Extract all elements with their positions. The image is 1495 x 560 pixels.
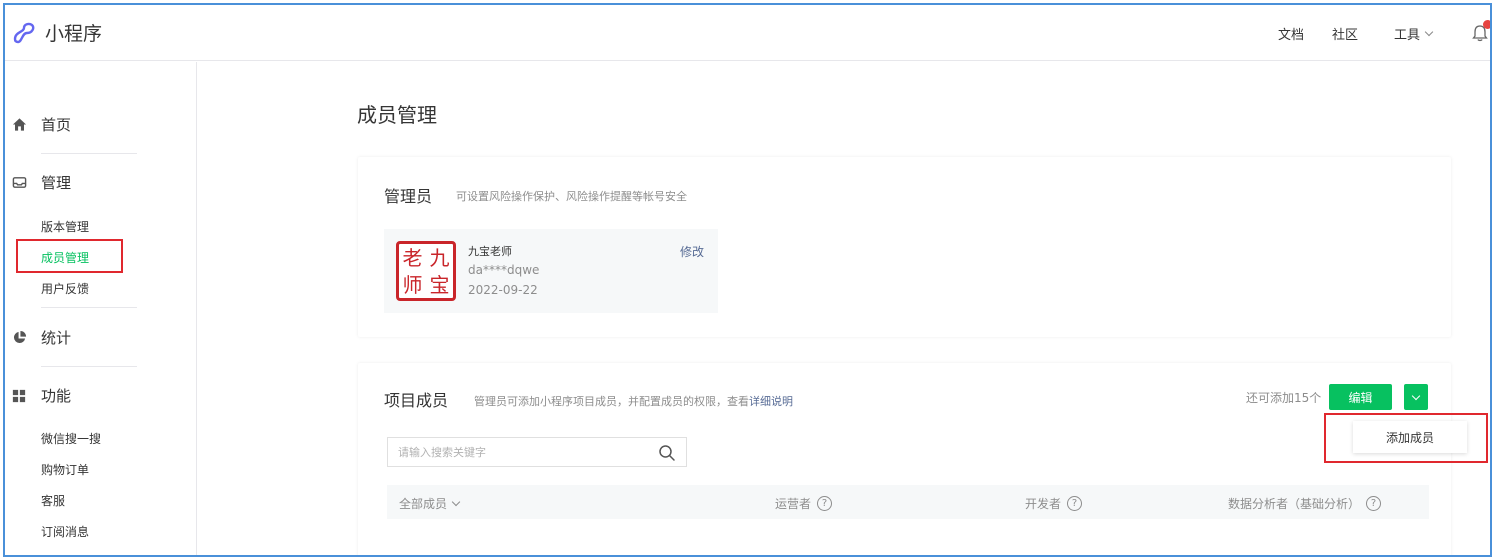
sidebar-divider <box>41 153 137 154</box>
help-icon[interactable]: ? <box>817 496 833 511</box>
admin-entry: 老 九 师 宝 九宝老师 da****dqwe 2022-09-22 修改 <box>384 229 718 313</box>
app-title: 小程序 <box>45 23 103 45</box>
filter-all-members[interactable]: 全部成员 <box>399 495 461 512</box>
sidebar-section-manage[interactable]: 管理 <box>5 172 71 193</box>
sidebar-section-features[interactable]: 功能 <box>5 385 71 406</box>
pie-chart-icon <box>11 330 27 346</box>
more-actions-dropdown-button[interactable] <box>1404 384 1428 410</box>
sidebar-item-subscriptions[interactable]: 订阅消息 <box>41 523 89 540</box>
app-logo[interactable]: 小程序 <box>11 19 102 46</box>
sidebar-section-stats[interactable]: 统计 <box>5 327 71 348</box>
home-icon <box>11 117 27 133</box>
seal-char: 老 <box>402 245 423 270</box>
notification-badge <box>1483 20 1490 29</box>
sidebar-label-stats: 统计 <box>41 329 72 347</box>
top-nav: 文档 社区 工具 <box>1250 5 1490 61</box>
column-developer: 开发者 ? <box>1025 495 1083 512</box>
sidebar-divider <box>41 307 137 308</box>
admin-edit-link[interactable]: 修改 <box>680 243 704 260</box>
details-link[interactable]: 详细说明 <box>749 395 793 408</box>
page-title: 成员管理 <box>357 103 437 127</box>
seal-char: 师 <box>402 272 423 297</box>
notification-bell-icon[interactable] <box>1472 20 1490 42</box>
search-icon[interactable] <box>658 444 676 462</box>
chevron-down-icon <box>1424 27 1434 36</box>
members-table-header: 全部成员 运营者 ? 开发者 ? 数据分析者（基础分析） ? <box>387 485 1429 519</box>
members-card-desc: 管理员可添加小程序项目成员，并配置成员的权限，查看详细说明 <box>474 393 793 409</box>
column-analyst: 数据分析者（基础分析） ? <box>1228 495 1382 512</box>
member-search-box <box>387 437 687 467</box>
member-search-input[interactable] <box>388 438 686 466</box>
column-operator-label: 运营者 <box>775 497 812 511</box>
sidebar-label-manage: 管理 <box>41 174 72 192</box>
highlight-box-add-member <box>1324 413 1488 463</box>
sidebar-label-features: 功能 <box>41 387 72 405</box>
sidebar-item-orders[interactable]: 购物订单 <box>41 461 89 478</box>
sidebar-item-customer-service[interactable]: 客服 <box>41 492 65 509</box>
admin-wechat-id: da****dqwe <box>468 263 540 277</box>
column-all-label: 全部成员 <box>399 497 448 511</box>
grid-icon <box>11 388 27 404</box>
nav-docs-link[interactable]: 文档 <box>1278 24 1304 43</box>
admin-card-title: 管理员 <box>384 187 433 206</box>
nav-community-link[interactable]: 社区 <box>1332 24 1358 43</box>
sidebar-label-home: 首页 <box>41 116 72 134</box>
admin-date: 2022-09-22 <box>468 283 538 297</box>
column-analyst-label: 数据分析者（基础分析） <box>1228 497 1361 511</box>
help-icon[interactable]: ? <box>1067 496 1083 511</box>
seal-char: 宝 <box>429 272 450 297</box>
column-operator: 运营者 ? <box>775 495 833 512</box>
chevron-down-icon <box>1411 391 1421 400</box>
help-icon[interactable]: ? <box>1366 496 1382 511</box>
sidebar: 首页 管理 版本管理 成员管理 用户反馈 统计 功能 微信搜一搜 购物订单 客服… <box>5 62 197 555</box>
sidebar-section-home[interactable]: 首页 <box>5 114 71 135</box>
edit-members-button[interactable]: 编辑 <box>1329 384 1392 410</box>
inbox-icon <box>11 175 27 191</box>
sidebar-item-feedback[interactable]: 用户反馈 <box>41 280 89 297</box>
admin-name: 九宝老师 <box>468 245 512 258</box>
app-frame: 小程序 文档 社区 工具 首页 管理 版本管理 成员管理 用户反馈 统计 功能 … <box>3 3 1492 557</box>
sidebar-item-version[interactable]: 版本管理 <box>41 218 89 235</box>
sidebar-divider <box>41 366 137 367</box>
nav-tools-label: 工具 <box>1393 27 1420 43</box>
column-developer-label: 开发者 <box>1025 497 1062 511</box>
remaining-count: 还可添加15个 <box>1246 391 1322 405</box>
seal-char: 九 <box>429 245 450 270</box>
members-card: 项目成员 管理员可添加小程序项目成员，并配置成员的权限，查看详细说明 还可添加1… <box>358 363 1488 555</box>
chevron-down-icon <box>451 497 461 507</box>
admin-card-desc: 可设置风险操作保护、风险操作提醒等帐号安全 <box>456 190 687 203</box>
highlight-box-members-nav <box>16 239 123 273</box>
admin-avatar-seal: 老 九 师 宝 <box>396 241 456 301</box>
members-desc-text: 管理员可添加小程序项目成员，并配置成员的权限，查看 <box>474 395 749 408</box>
members-card-title: 项目成员 <box>384 391 449 410</box>
top-header: 小程序 文档 社区 工具 <box>5 5 1490 61</box>
nav-tools-menu[interactable]: 工具 <box>1393 24 1434 43</box>
miniprogram-logo-icon <box>13 22 35 43</box>
admin-card: 管理员 可设置风险操作保护、风险操作提醒等帐号安全 老 九 师 宝 九宝老师 d… <box>358 157 1451 337</box>
sidebar-item-wechat-search[interactable]: 微信搜一搜 <box>41 430 101 447</box>
